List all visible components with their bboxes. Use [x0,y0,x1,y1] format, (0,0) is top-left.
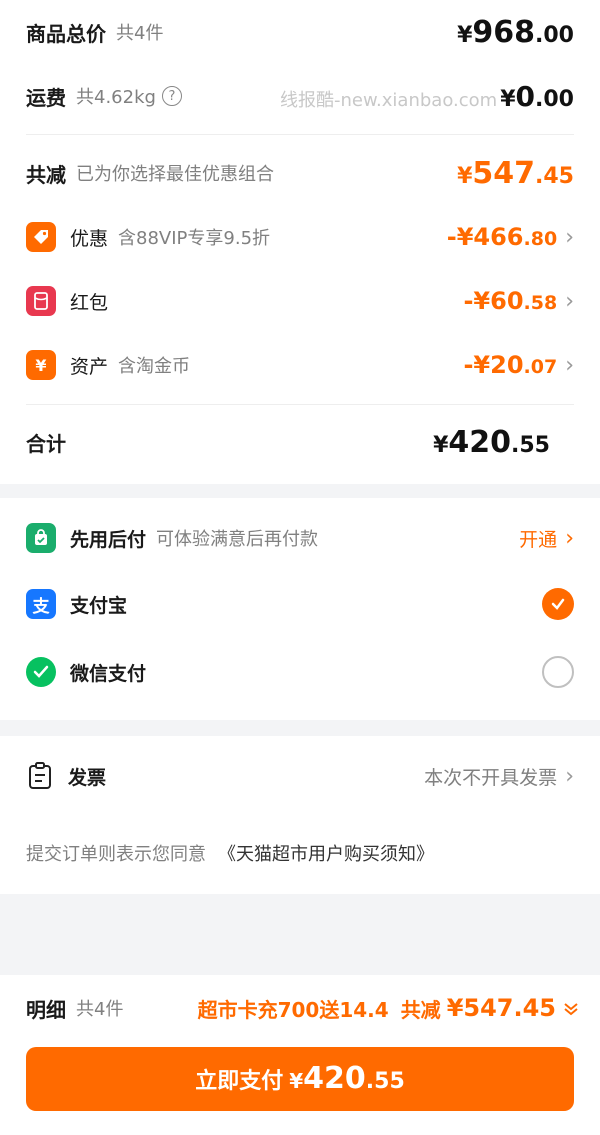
detail-row[interactable]: 明细 共4件 超市卡充700送14.4 共减 ¥547.45 [26,989,580,1027]
promo-text: 超市卡充700送14.4 [197,997,389,1022]
chevron-right-icon: › [565,352,574,378]
shopping-bag-icon [26,523,56,553]
clipboard-icon [26,761,54,791]
invoice-value: 本次不开具发票 [424,766,558,789]
agreement-link[interactable]: 《天猫超市用户购买须知》 [218,840,434,866]
discount-amount: -¥60 .58 [463,287,558,315]
discount-name: 优惠 [70,227,109,250]
price-summary-card: 商品总价 共4件 ¥ 968 .00 运费 共4.62kg ? ¥ 0 .00 … [0,0,600,484]
reduction-price: ¥ 547 .45 [457,155,574,191]
discount-name: 资产 [70,355,109,378]
red-packet-icon [26,286,56,316]
detail-count: 共4件 [76,999,124,1020]
discount-sub: 含淘金币 [118,356,191,377]
wechat-row[interactable]: 微信支付 [26,654,574,690]
discount-row-redpacket[interactable]: 红包 -¥60 .58 › [26,284,574,318]
total-price: ¥ 420 .55 [433,424,550,460]
wechat-pay-icon [26,657,56,687]
shipping-price: ¥ 0 .00 [500,79,574,113]
discount-amount: -¥20 .07 [463,351,558,379]
alipay-row[interactable]: 支 支付宝 [26,586,574,622]
alipay-icon: 支 [26,589,56,619]
footer-reduction-label: 共减 [400,997,441,1022]
goods-total-row: 商品总价 共4件 ¥ 968 .00 [26,14,574,50]
discount-name: 红包 [70,291,109,314]
discount-row-assets[interactable]: ¥ 资产 含淘金币 -¥20 .07 › [26,348,574,382]
reduction-sub: 已为你选择最佳优惠组合 [76,164,274,185]
paylater-row[interactable]: 先用后付 可体验满意后再付款 开通 › [26,520,574,556]
paylater-enable-link[interactable]: 开通 [519,525,557,552]
alipay-label: 支付宝 [70,594,128,617]
invoice-row[interactable]: 发票 本次不开具发票 › [26,758,574,794]
payment-card: 先用后付 可体验满意后再付款 开通 › 支 支付宝 微信支付 [0,498,600,720]
invoice-label: 发票 [68,766,107,789]
yuan-icon: ¥ [26,350,56,380]
paylater-label: 先用后付 [70,528,147,551]
watermark: 线报酷-new.xianbao.com [280,90,498,111]
agreement-row: 提交订单则表示您同意 《天猫超市用户购买须知》 [26,838,574,868]
goods-total-price: ¥ 968 .00 [457,14,574,50]
reduction-row: 共减 已为你选择最佳优惠组合 ¥ 547 .45 [26,154,574,192]
divider [26,134,574,135]
check-icon [551,598,565,610]
shipping-weight: 共4.62kg [76,87,156,108]
chevron-right-icon: › [565,763,574,789]
agreement-prefix: 提交订单则表示您同意 [26,844,206,865]
wechat-label: 微信支付 [70,662,147,685]
paylater-sub: 可体验满意后再付款 [156,529,319,550]
tag-icon [26,222,56,252]
wechat-radio-unchecked[interactable] [542,656,574,688]
goods-total-label: 商品总价 [26,21,106,46]
help-icon[interactable]: ? [161,86,182,106]
reduction-label: 共减 [26,162,66,187]
discount-row-coupon[interactable]: 优惠 含88VIP专享9.5折 -¥466 .80 › [26,220,574,254]
shipping-label: 运费 [26,85,66,110]
checkout-footer: 明细 共4件 超市卡充700送14.4 共减 ¥547.45 立即支付 ¥ 42… [0,975,600,1135]
footer-reduction-value: ¥547.45 [446,994,556,1022]
chevron-down-icon[interactable] [562,999,580,1017]
pay-now-button[interactable]: 立即支付 ¥ 420 .55 [26,1047,574,1111]
divider [26,404,574,405]
chevron-right-icon: › [565,224,574,250]
discount-sub: 含88VIP专享9.5折 [118,228,271,249]
invoice-card: 发票 本次不开具发票 › 提交订单则表示您同意 《天猫超市用户购买须知》 [0,736,600,894]
detail-label: 明细 [26,997,66,1022]
total-label: 合计 [26,431,66,456]
discount-amount: -¥466 .80 [446,223,558,251]
chevron-right-icon: › [565,288,574,314]
goods-count: 共4件 [116,23,164,44]
total-row: 合计 ¥ 420 .55 [26,422,574,462]
alipay-radio-checked[interactable] [542,588,574,620]
chevron-right-icon: › [565,525,574,551]
